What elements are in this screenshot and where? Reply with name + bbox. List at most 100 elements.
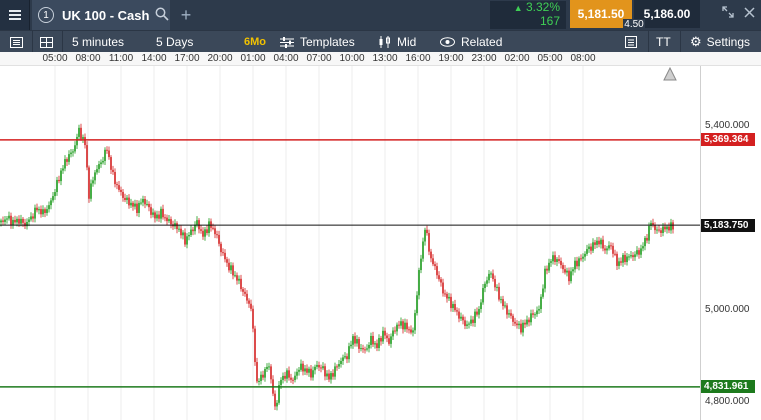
candle-body [200, 229, 202, 231]
candle-body [306, 368, 308, 373]
candle-body [616, 253, 618, 266]
candle-body [372, 335, 374, 345]
plus-icon: + [180, 4, 192, 25]
candle-body [338, 364, 340, 367]
templates-label: Templates [300, 35, 355, 49]
candle-body [194, 224, 196, 232]
add-tab-button[interactable]: + [172, 0, 200, 30]
current-price-tag: 5,183.750 [701, 218, 755, 232]
candle-body [84, 137, 86, 146]
candle-body [394, 330, 396, 332]
candle-body [190, 229, 192, 235]
menu-button[interactable] [0, 0, 30, 30]
candle-icon [379, 36, 390, 48]
candle-body [254, 328, 256, 363]
expand-icon[interactable] [722, 6, 734, 21]
time-axis-label: 07:00 [306, 53, 332, 64]
candle-body [422, 241, 424, 259]
candle-body [214, 228, 216, 235]
candle-body [606, 248, 608, 251]
candle-body [132, 202, 134, 207]
related-button[interactable]: Related [440, 31, 502, 53]
candle-body [92, 180, 94, 184]
candle-body [110, 157, 112, 170]
candle-body [248, 300, 250, 304]
candle-body [428, 233, 430, 252]
candle-body [500, 299, 502, 301]
candle-body [646, 237, 648, 241]
candle-body [540, 296, 542, 310]
change-pct: 3.32% [525, 0, 560, 14]
candle-body [242, 289, 244, 292]
search-icon[interactable] [155, 7, 169, 24]
candle-body [504, 305, 506, 307]
scroll-marker-icon[interactable] [663, 66, 677, 81]
candle-body [250, 303, 252, 309]
candle-body [392, 330, 394, 337]
candle-body [536, 310, 538, 315]
candle-body [280, 379, 282, 386]
candle-body [136, 203, 138, 213]
time-axis-label: 05:00 [42, 53, 68, 64]
candle-body [396, 324, 398, 332]
candle-body [472, 319, 474, 323]
candle-body [218, 234, 220, 244]
candle-body [528, 319, 530, 323]
time-axis-label: 13:00 [372, 53, 398, 64]
candle-body [398, 324, 400, 326]
candle-body [296, 371, 298, 376]
candle-body [388, 338, 390, 344]
candle-body [448, 296, 450, 299]
candle-body [568, 270, 570, 282]
candle-body [256, 362, 258, 382]
time-axis-label: 08:00 [75, 53, 101, 64]
candle-body [294, 375, 296, 380]
candle-body [188, 234, 190, 237]
candle-body [10, 215, 12, 226]
candle-body [464, 320, 466, 326]
candle-body [16, 218, 18, 223]
instrument-tab[interactable]: 1 UK 100 - Cash [32, 0, 170, 30]
settings-label: Settings [706, 35, 751, 49]
candle-body [102, 160, 104, 163]
settings-button[interactable]: ⚙ Settings [690, 31, 750, 53]
candle-body [576, 260, 578, 267]
candle-body [524, 322, 526, 325]
font-size-button[interactable]: TT [656, 31, 671, 53]
menu-icon [8, 10, 21, 20]
candle-body [564, 269, 566, 273]
candle-body [30, 216, 32, 220]
six-month-badge[interactable]: 6Mo [244, 31, 266, 53]
candle-body [572, 269, 574, 272]
candle-body [526, 319, 528, 325]
notes-button[interactable] [625, 31, 637, 53]
sidebar-toggle[interactable] [10, 31, 23, 53]
candle-body [58, 179, 60, 182]
price-type-button[interactable]: Mid [378, 31, 416, 53]
price-chart[interactable] [0, 66, 700, 420]
price-axis: 5,400.000 5,000.000 4,800.000 5,369.364 … [700, 66, 761, 420]
candle-body [618, 261, 620, 266]
range-dropdown[interactable]: 5 Days [156, 31, 193, 53]
candle-body [314, 366, 316, 371]
close-icon[interactable] [744, 6, 755, 21]
candle-body [356, 339, 358, 344]
candle-body [414, 313, 416, 331]
candle-body [596, 240, 598, 245]
candle-body [640, 248, 642, 255]
templates-button[interactable]: Templates [280, 31, 355, 53]
candle-body [228, 262, 230, 271]
candle-body [666, 226, 668, 230]
grid-icon [40, 36, 53, 48]
price-axis-label: 5,400.000 [705, 119, 750, 131]
candle-body [54, 192, 56, 197]
layout-button[interactable] [40, 31, 53, 53]
candle-body [642, 246, 644, 249]
candle-body [462, 316, 464, 321]
interval-dropdown[interactable]: 5 minutes [72, 31, 124, 53]
candle-body [602, 239, 604, 249]
candle-body [100, 162, 102, 165]
candle-body [510, 313, 512, 316]
candle-body [114, 171, 116, 185]
candle-body [656, 229, 658, 231]
